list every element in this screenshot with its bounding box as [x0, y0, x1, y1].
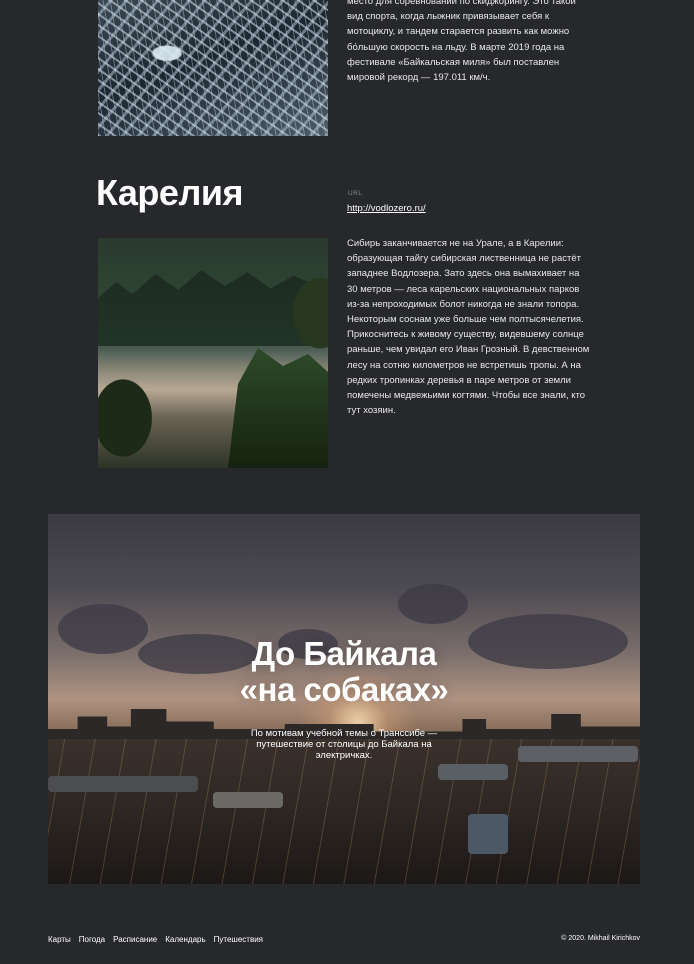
section-title-karelia: Карелия — [96, 172, 243, 213]
hero-subtitle: По мотивам учебной темы о Транссибе — пу… — [250, 728, 438, 761]
baikal-description: место для соревнований по скиджорингу. Э… — [347, 0, 576, 84]
footer-nav: Карты Погода Расписание Календарь Путеше… — [48, 935, 263, 944]
hero-banner[interactable]: До Байкала «на собаках» По мотивам учебн… — [48, 514, 640, 884]
karelia-description: Сибирь заканчивается не на Урале, а в Ка… — [347, 238, 590, 417]
copyright: © 2020. Mikhail Kirichkov — [561, 935, 640, 942]
hero-title: До Байкала «на собаках» — [48, 636, 640, 708]
footer-link-calendar[interactable]: Календарь — [165, 935, 205, 944]
hero-title-line-2: «на собаках» — [239, 671, 449, 708]
hero-title-line-1: До Байкала — [251, 635, 437, 672]
karelia-photo — [98, 238, 328, 468]
url-label: URL — [348, 190, 363, 197]
ice-photo — [98, 0, 328, 136]
footer-link-maps[interactable]: Карты — [48, 935, 71, 944]
footer-link-weather[interactable]: Погода — [79, 935, 105, 944]
karelia-url-link[interactable]: http://vodlozero.ru/ — [347, 203, 426, 214]
footer-link-travel[interactable]: Путешествия — [214, 935, 263, 944]
footer-link-schedule[interactable]: Расписание — [113, 935, 157, 944]
